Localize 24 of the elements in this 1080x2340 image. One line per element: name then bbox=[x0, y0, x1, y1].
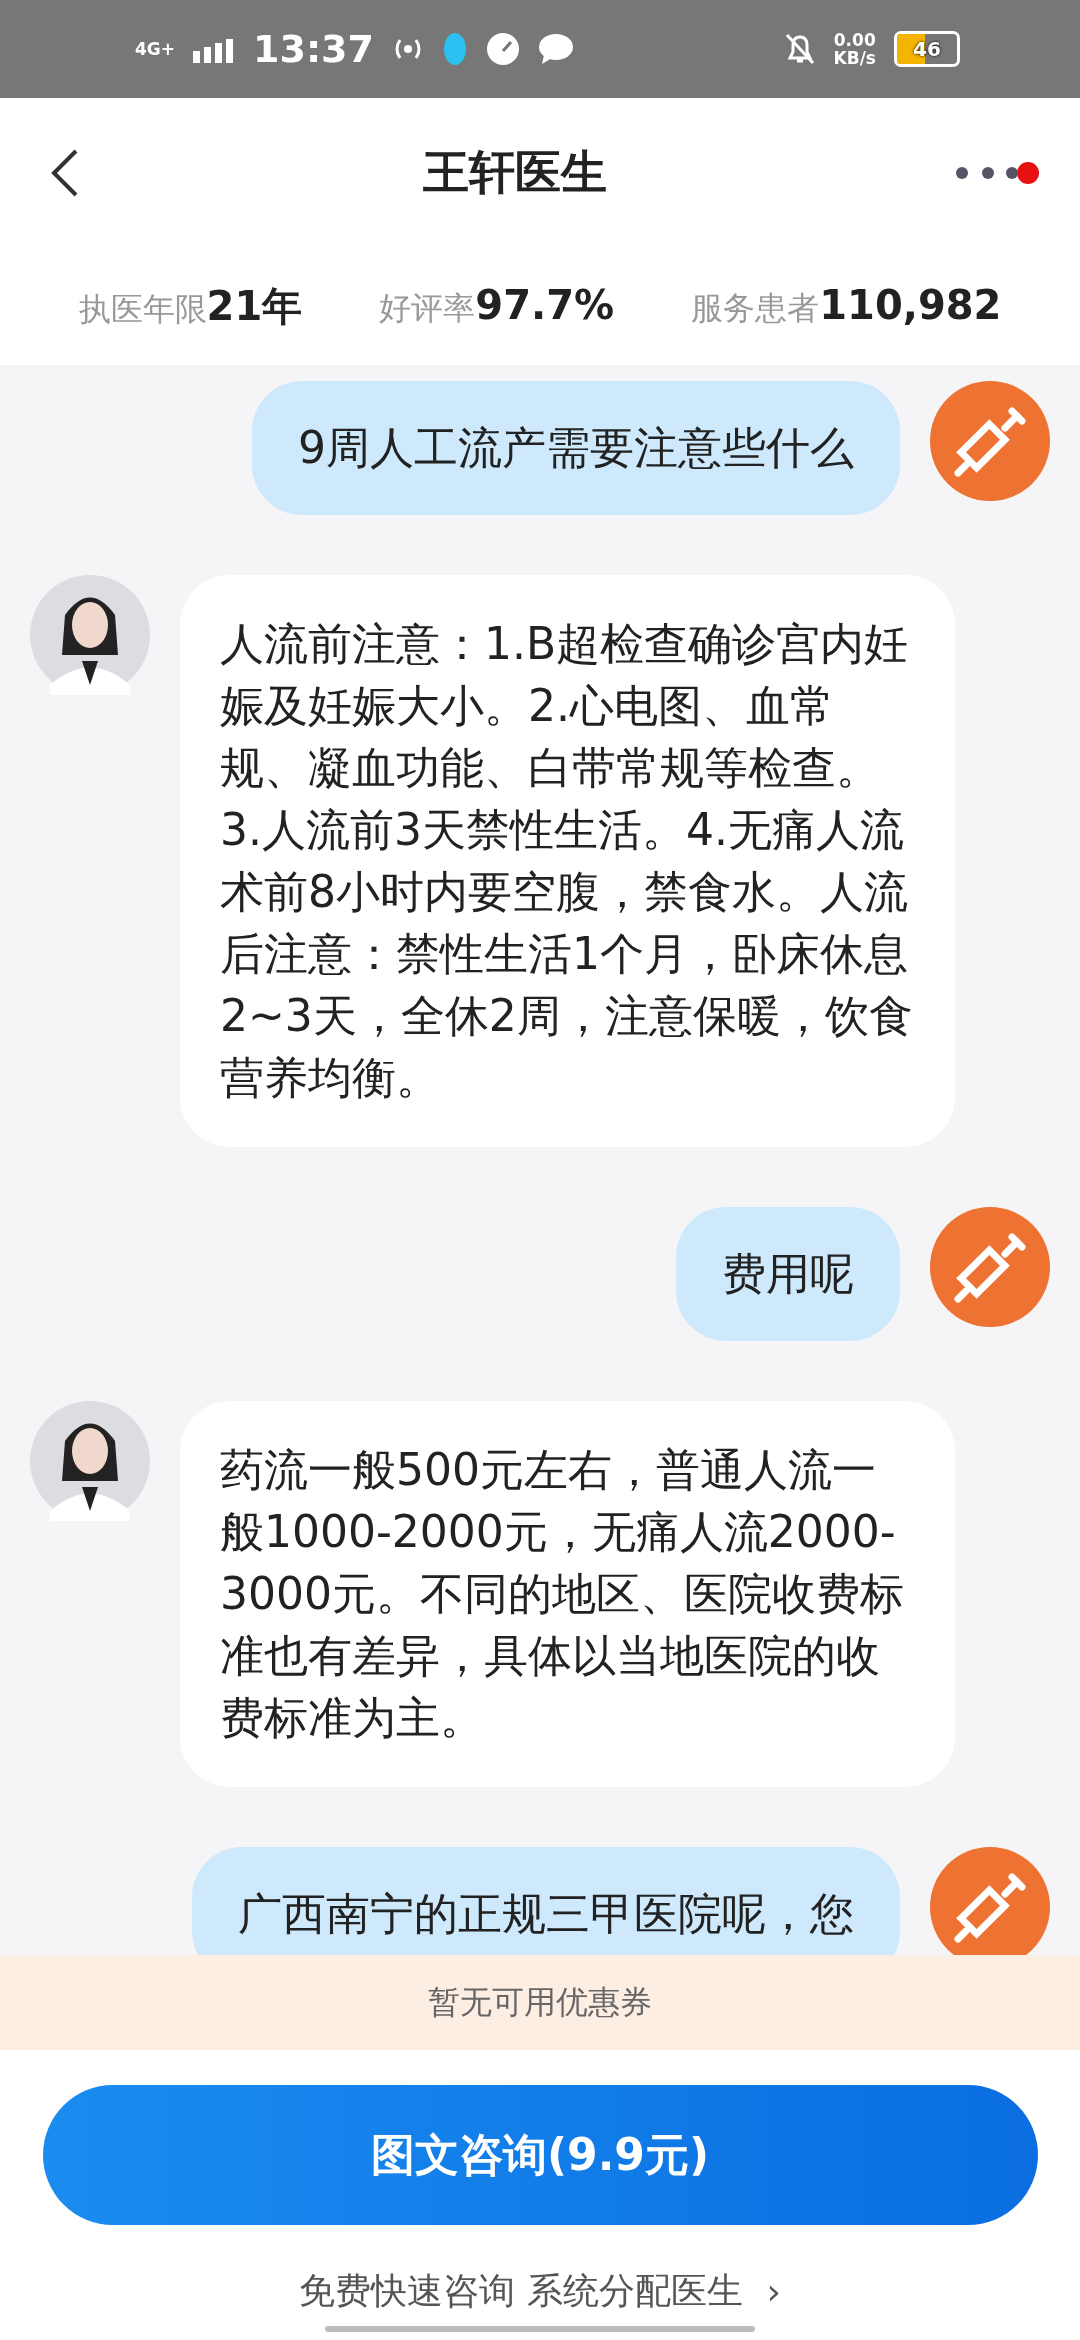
doctor-name-title: 王轩医生 bbox=[423, 144, 607, 201]
message-bubble: 人流前注意：1.B超检查确诊宫内妊娠及妊娠大小。2.心电图、血常规、凝血功能、白带常规等检查。3.人流前3天禁性生活。4.无痛人流术前8小时内要空腹，禁食水。人流后注意：禁性生活1个月，卧床休息2~3天，全休2周，注意保暖，饮食营养均衡。 bbox=[180, 575, 955, 1147]
free-consult-link[interactable]: 免费快速咨询 系统分配医生 › bbox=[299, 2267, 781, 2316]
message-bubble: 广西南宁的正规三甲医院呢，您 bbox=[192, 1847, 900, 1955]
bell-off-icon bbox=[783, 32, 816, 66]
syringe-avatar-icon bbox=[930, 381, 1050, 501]
back-icon[interactable] bbox=[50, 148, 80, 198]
message-bubble: 9周人工流产需要注意些什么 bbox=[252, 381, 900, 515]
chat-icon bbox=[538, 33, 574, 65]
status-time: 13:37 bbox=[253, 27, 374, 71]
message-bubble: 药流一般500元左右，普通人流一般1000-2000元，无痛人流2000-3000元。不同的地区、医院收费标准也有差异，具体以当地医院的收费标准为主。 bbox=[180, 1401, 955, 1787]
syringe-avatar-icon bbox=[930, 1207, 1050, 1327]
network-indicator: 4G+ bbox=[135, 39, 176, 59]
coupon-notice: 暂无可用优惠券 bbox=[0, 1955, 1080, 2050]
doctor-stat: 服务患者110,982 bbox=[691, 282, 1002, 330]
consult-button[interactable]: 图文咨询(9.9元) bbox=[42, 2085, 1038, 2225]
doctor-avatar-icon bbox=[30, 1401, 150, 1521]
doctor-stat: 执医年限21年 bbox=[78, 282, 303, 331]
doctor-stat: 好评率97.7% bbox=[379, 282, 615, 330]
doctor-avatar-icon bbox=[30, 575, 150, 695]
message-bubble: 费用呢 bbox=[676, 1207, 900, 1341]
gauge-icon bbox=[486, 32, 520, 66]
syringe-avatar-icon bbox=[930, 1847, 1050, 1955]
network-speed: 0.00 KB/s bbox=[833, 31, 876, 67]
